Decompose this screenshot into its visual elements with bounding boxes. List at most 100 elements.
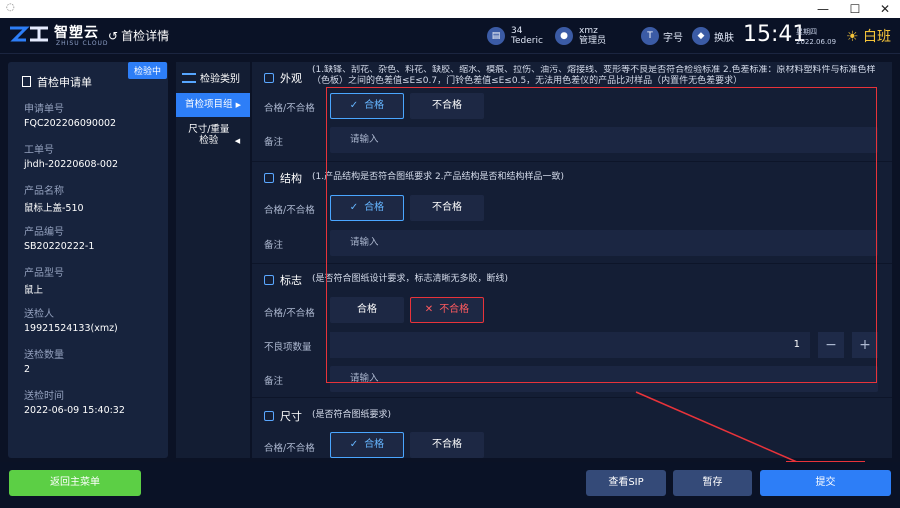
field-product-code: 产品编号 SB20220222-1 [24, 223, 94, 252]
fail-button[interactable]: 不合格 [410, 432, 484, 458]
minimize-button[interactable]: — [808, 0, 838, 18]
clock-date: 星期四 2022.06.09 [796, 27, 836, 47]
page-title: 首检详情 [121, 29, 170, 43]
field-label: 申请单号 [24, 104, 64, 115]
save-draft-button[interactable]: 暂存 [673, 470, 752, 496]
window-titlebar: ◌ — ☐ ✕ [0, 0, 900, 18]
section-title: 外观 [264, 70, 302, 86]
skin-button[interactable]: ◆ 换肤 [692, 24, 734, 48]
fail-label: 不合格 [439, 304, 470, 315]
font-size-label: 字号 [663, 32, 683, 44]
decrement-button[interactable]: − [818, 332, 844, 358]
brand-subtitle: ZHISU CLOUD [56, 40, 109, 47]
pass-label: 合格 [364, 439, 385, 450]
field-product-name: 产品名称鼠标上盖-510 [24, 182, 84, 214]
pass-button[interactable]: 合格 [330, 297, 404, 323]
user-info[interactable]: ● xmz 管理员 [555, 24, 606, 48]
field-value: 2022-06-09 15:40:32 [24, 405, 125, 416]
category-item-dimension-weight[interactable]: 尺寸/重量检验 ◀ [176, 124, 250, 147]
shift-count: 34 [511, 26, 523, 36]
category-label: 尺寸/重量检验 [188, 124, 230, 146]
status-badge: 检验中 [128, 62, 168, 79]
submit-button[interactable]: 提交 [760, 470, 891, 496]
section-title-text: 标志 [280, 274, 302, 287]
check-icon: ✓ [349, 100, 359, 111]
section-divider [252, 263, 892, 264]
field-value: SB20220222-1 [24, 241, 95, 252]
section-title-text: 尺寸 [280, 410, 302, 423]
defect-count-input[interactable]: 1 [330, 332, 810, 358]
remark-input[interactable]: 请输入 [330, 366, 878, 392]
field-value: 鼠标上盖-510 [24, 203, 84, 214]
field-label: 产品名称 [24, 186, 64, 197]
shirt-icon: ◆ [692, 27, 710, 45]
section-divider [252, 397, 892, 398]
field-label: 送检数量 [24, 350, 64, 361]
maximize-button[interactable]: ☐ [840, 0, 870, 18]
pass-label: 合格 [364, 100, 385, 111]
category-label: 首检项目组 [185, 99, 233, 110]
user-name: xmz [579, 26, 598, 36]
close-window-button[interactable]: ✕ [870, 0, 900, 18]
section-title: 尺寸 [264, 408, 302, 424]
application-info-panel: 首检申请单 检验中 申请单号 FQC202206090002 工单号 jhdh-20… [8, 62, 168, 458]
fail-button[interactable]: 不合格 [410, 93, 484, 119]
weekday: 星期四 [796, 28, 817, 36]
document-icon [22, 76, 31, 87]
fail-label: 不合格 [432, 202, 462, 213]
field-work-order: 工单号 jhdh-20220608-002 [24, 141, 118, 170]
pass-button[interactable]: ✓ 合格 [330, 93, 404, 119]
skin-label: 换肤 [714, 32, 734, 44]
pass-fail-label: 合格/不合格 [264, 205, 315, 216]
panel-title: 首检申请单 [22, 74, 92, 90]
fail-button[interactable]: 不合格 [410, 195, 484, 221]
view-sip-button[interactable]: 查看SIP [586, 470, 666, 496]
remark-input[interactable]: 请输入 [330, 230, 878, 256]
inspection-category-nav: 检验类别 首检项目组 ▶ 尺寸/重量检验 ◀ [176, 62, 250, 458]
field-submitter: 送检人 19921524133(xmz) [24, 305, 118, 334]
pass-fail-label: 合格/不合格 [264, 443, 315, 454]
section-description: (是否符合图纸设计要求，标志清晰无多胶，断线) [312, 274, 509, 284]
field-value: 2 [24, 364, 31, 375]
category-header-text: 检验类别 [200, 74, 240, 85]
font-size-icon: T [641, 27, 659, 45]
field-value: FQC202206090002 [24, 118, 117, 129]
category-item-first-inspection[interactable]: 首检项目组 ▶ [176, 93, 250, 117]
app-header: 智塑云 ZHISU CLOUD ↺ 首检详情 ▤ 34 Tederic ● xmz 管… [0, 18, 900, 54]
main-menu-button[interactable]: 返回主菜单 [9, 470, 141, 496]
field-application-no: 申请单号 FQC202206090002 [24, 100, 116, 129]
category-header: 检验类别 [182, 70, 240, 85]
fail-button[interactable]: ✕ 不合格 [410, 297, 484, 323]
caret-right-icon: ▶ [235, 101, 241, 109]
remark-input[interactable]: 请输入 [330, 127, 878, 153]
shift-user: Tederic [511, 36, 543, 46]
back-button[interactable]: ↺ 首检详情 [108, 27, 169, 44]
field-label: 送检人 [24, 309, 54, 320]
pass-label: 合格 [364, 202, 385, 213]
pass-button[interactable]: ✓ 合格 [330, 432, 404, 458]
inspection-form: 外观 (1.缺锋、刮花、杂色、料花、缺胶、缩水、模痕、拉伤、油污、熔接线、变形等… [252, 62, 892, 458]
machine-icon: ▤ [487, 27, 505, 45]
field-product-model: 产品型号 鼠上 [24, 264, 64, 296]
app-icon: ◌ [6, 2, 15, 13]
x-icon: ✕ [424, 304, 434, 315]
increment-button[interactable]: + [852, 332, 878, 358]
fail-label: 不合格 [432, 439, 462, 450]
shift-indicator: ☀ 白班 [846, 26, 891, 46]
pass-button[interactable]: ✓ 合格 [330, 195, 404, 221]
user-icon: ● [555, 27, 573, 45]
check-square-icon [264, 275, 274, 285]
field-label: 送检时间 [24, 391, 64, 402]
field-submit-time: 送检时间 2022-06-09 15:40:32 [24, 387, 125, 416]
section-description: (1.缺锋、刮花、杂色、料花、缺胶、缩水、模痕、拉伤、油污、熔接线、变形等不良是… [312, 65, 876, 86]
field-label: 产品型号 [24, 268, 64, 279]
date-value: 2022.06.09 [796, 38, 837, 46]
logo-icon [10, 26, 48, 42]
fail-label: 不合格 [432, 100, 462, 111]
user-role: 管理员 [579, 36, 607, 46]
field-label: 工单号 [24, 145, 54, 156]
panel-title-text: 首检申请单 [37, 76, 92, 89]
font-size-button[interactable]: T 字号 [641, 24, 683, 48]
field-value: 19921524133(xmz) [24, 323, 118, 334]
brand-name: 智塑云 [54, 25, 99, 41]
